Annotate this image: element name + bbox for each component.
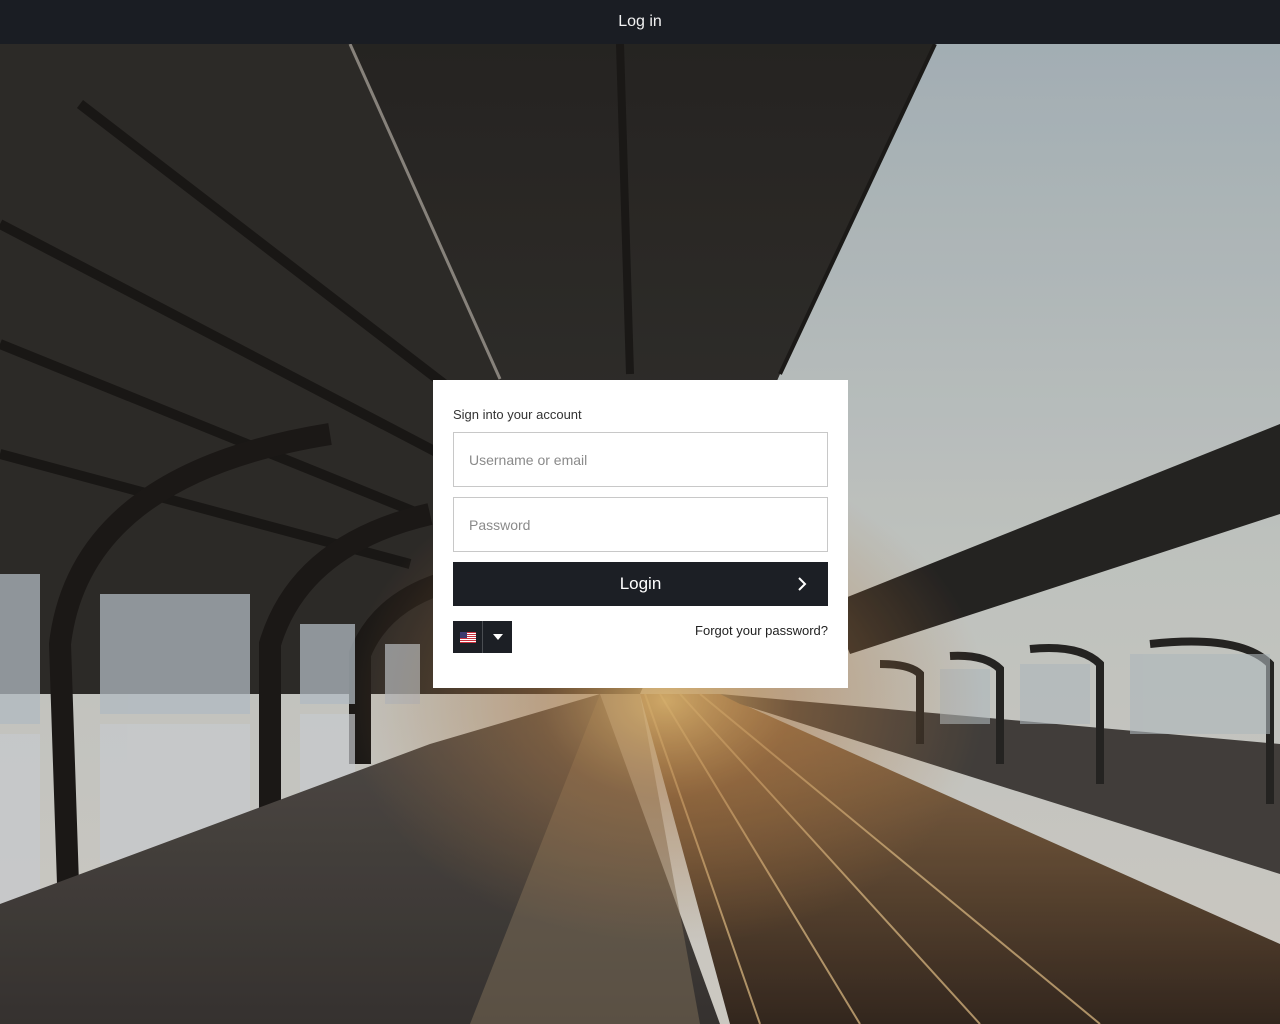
page-title: Log in — [618, 13, 662, 30]
password-input[interactable] — [453, 497, 828, 552]
language-selector[interactable] — [453, 621, 512, 653]
chevron-right-icon — [798, 577, 807, 591]
login-card: Sign into your account Login — [433, 380, 848, 688]
forgot-password-link[interactable]: Forgot your password? — [695, 623, 828, 638]
username-input[interactable] — [453, 432, 828, 487]
top-bar: Log in — [0, 0, 1280, 44]
login-button[interactable]: Login — [453, 562, 828, 606]
login-heading: Sign into your account — [453, 407, 582, 422]
caret-down-icon — [492, 634, 503, 640]
login-button-label: Login — [619, 574, 662, 593]
us-flag-icon — [459, 631, 476, 643]
